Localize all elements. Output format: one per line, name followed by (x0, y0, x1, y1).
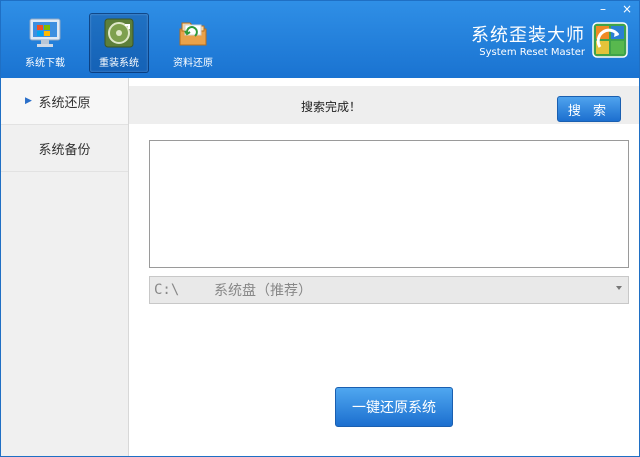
minimize-button[interactable]: – (597, 3, 609, 15)
sidebar: ▶ 系统还原 系统备份 (1, 78, 129, 456)
toolbar: 系统下载 重装系统 资料还原 (15, 13, 223, 73)
drive-select[interactable]: C:\ 系统盘（推荐） (149, 276, 629, 304)
tool-system-download[interactable]: 系统下载 (15, 13, 75, 73)
drive-letter: C:\ (154, 282, 180, 298)
tool-label: 系统下载 (25, 58, 65, 69)
brand-title: 系统歪装大师 (471, 25, 585, 46)
monitor-windows-icon (27, 16, 63, 50)
chevron-down-icon (616, 286, 622, 290)
brand-subtitle: System Reset Master (479, 47, 585, 58)
caret-right-icon: ▶ (25, 96, 32, 106)
search-button[interactable]: 搜 索 (557, 96, 621, 122)
title-bar: – × 系统下载 重装系统 资料还原 系统歪装大师 System Reset M… (1, 1, 639, 78)
folder-restore-icon (175, 16, 211, 50)
backup-list[interactable] (149, 140, 629, 268)
sidebar-item-label: 系统备份 (38, 142, 91, 158)
one-click-restore-button[interactable]: 一键还原系统 (335, 387, 453, 427)
tool-data-restore[interactable]: 资料还原 (163, 13, 223, 73)
sidebar-item-label: 系统还原 (38, 95, 91, 111)
tool-label: 资料还原 (173, 58, 213, 69)
brand: 系统歪装大师 System Reset Master (471, 21, 629, 63)
brand-logo-icon (591, 21, 629, 63)
sidebar-item-system-restore[interactable]: ▶ 系统还原 (1, 78, 128, 125)
recycle-disk-icon (101, 16, 137, 50)
tool-reinstall-system[interactable]: 重装系统 (89, 13, 149, 73)
status-text: 搜索完成！ (301, 100, 362, 114)
tool-label: 重装系统 (99, 58, 139, 69)
window-controls: – × (597, 3, 633, 15)
sidebar-item-system-backup[interactable]: 系统备份 (1, 125, 128, 172)
status-bar: 搜索完成！ 搜 索 (129, 86, 639, 124)
main-panel: 搜索完成！ 搜 索 C:\ 系统盘（推荐） 一键还原系统 (129, 78, 639, 456)
close-button[interactable]: × (621, 3, 633, 15)
drive-label: 系统盘（推荐） (214, 283, 312, 299)
app-window: – × 系统下载 重装系统 资料还原 系统歪装大师 System Reset M… (0, 0, 640, 457)
